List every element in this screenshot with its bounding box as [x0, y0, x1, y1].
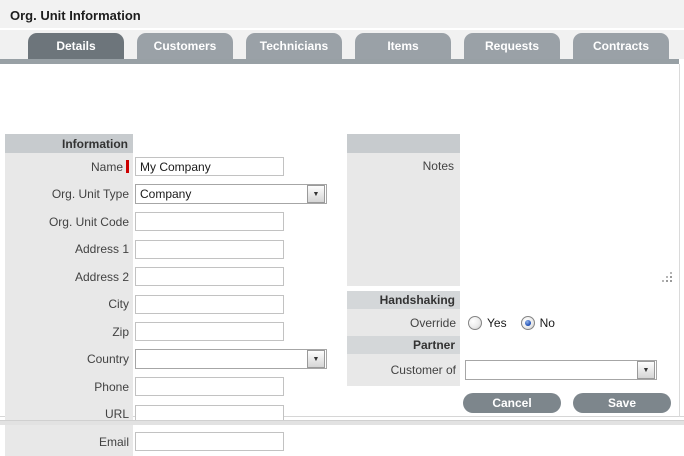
tab-details[interactable]: Details — [28, 33, 124, 59]
org-unit-code-label: Org. Unit Code — [5, 208, 133, 236]
phone-input[interactable] — [135, 377, 284, 396]
tab-requests[interactable]: Requests — [464, 33, 560, 59]
resize-grip-icon[interactable] — [662, 272, 672, 282]
zip-input[interactable] — [135, 322, 284, 341]
panel-right-border — [679, 64, 680, 417]
email-label: Email — [5, 428, 133, 456]
radio-label: Yes — [487, 316, 507, 330]
notes-row: Notes — [347, 153, 677, 286]
customer-of-label: Customer of — [347, 354, 460, 386]
notes-label: Notes — [423, 159, 454, 286]
address-1-label: Address 1 — [5, 236, 133, 264]
tab-technicians[interactable]: Technicians — [246, 33, 342, 59]
org-unit-code-input[interactable] — [135, 212, 284, 231]
save-button[interactable]: Save — [573, 393, 671, 413]
action-bar: Cancel Save — [463, 393, 671, 413]
org-unit-code-row: Org. Unit Code — [5, 208, 340, 236]
tab-contracts[interactable]: Contracts — [573, 33, 669, 59]
phone-row: Phone — [5, 373, 340, 401]
city-label: City — [5, 291, 133, 319]
bottom-strip — [0, 420, 684, 425]
zip-label: Zip — [5, 318, 133, 346]
city-row: City — [5, 291, 340, 319]
cancel-button[interactable]: Cancel — [463, 393, 561, 413]
customer-of-select[interactable]: ▼ — [465, 360, 657, 380]
email-input[interactable] — [135, 432, 284, 451]
notes-textarea[interactable] — [460, 153, 677, 286]
city-input[interactable] — [135, 295, 284, 314]
country-label: Country — [5, 346, 133, 374]
information-section-header: Information — [5, 134, 133, 153]
dropdown-arrow-icon[interactable]: ▼ — [307, 185, 325, 203]
partner-section-header: Partner — [347, 336, 460, 354]
tab-customers[interactable]: Customers — [137, 33, 233, 59]
address-2-input[interactable] — [135, 267, 284, 286]
information-section: Information NameOrg. Unit TypeCompany▼Or… — [5, 134, 340, 456]
address-2-row: Address 2 — [5, 263, 340, 291]
override-row: Override Yes No — [347, 309, 677, 336]
country-row: Country ▼ — [5, 346, 340, 374]
address-2-label: Address 2 — [5, 263, 133, 291]
notes-label-column: Notes — [347, 153, 460, 286]
handshaking-section-header: Handshaking — [347, 291, 460, 309]
dropdown-arrow-icon[interactable]: ▼ — [637, 361, 655, 379]
window-header: Org. Unit Information — [0, 0, 684, 30]
right-section: Notes Handshaking Override Yes No Partner… — [347, 134, 677, 386]
radio-label: No — [540, 316, 555, 330]
override-options: Yes No — [460, 309, 677, 336]
required-marker — [126, 160, 129, 173]
radio-unselected-icon[interactable] — [468, 316, 482, 330]
tab-items[interactable]: Items — [355, 33, 451, 59]
org-unit-type-value: Company — [136, 187, 306, 201]
dropdown-arrow-icon[interactable]: ▼ — [307, 350, 325, 368]
override-no-option[interactable]: No — [521, 316, 555, 330]
content-area: Information NameOrg. Unit TypeCompany▼Or… — [0, 64, 684, 417]
address-1-input[interactable] — [135, 240, 284, 259]
tab-bar: Details Customers Technicians Items Requests… — [0, 30, 684, 59]
email-row: Email — [5, 428, 340, 456]
name-row: Name — [5, 153, 340, 181]
radio-selected-icon[interactable] — [521, 316, 535, 330]
address-1-row: Address 1 — [5, 236, 340, 264]
override-yes-option[interactable]: Yes — [468, 316, 507, 330]
phone-label: Phone — [5, 373, 133, 401]
customer-of-row: Customer of ▼ — [347, 354, 677, 386]
notes-section-header — [347, 134, 460, 153]
name-label: Name — [5, 153, 133, 181]
org-unit-type-label: Org. Unit Type — [5, 181, 133, 209]
country-select[interactable]: ▼ — [135, 349, 327, 369]
org-unit-type-row: Org. Unit TypeCompany▼ — [5, 181, 340, 209]
page-title: Org. Unit Information — [0, 0, 684, 23]
org-unit-type-select[interactable]: Company▼ — [135, 184, 327, 204]
name-input[interactable] — [135, 157, 284, 176]
override-label: Override — [347, 309, 460, 336]
zip-row: Zip — [5, 318, 340, 346]
information-fields: NameOrg. Unit TypeCompany▼Org. Unit Code… — [5, 153, 340, 456]
